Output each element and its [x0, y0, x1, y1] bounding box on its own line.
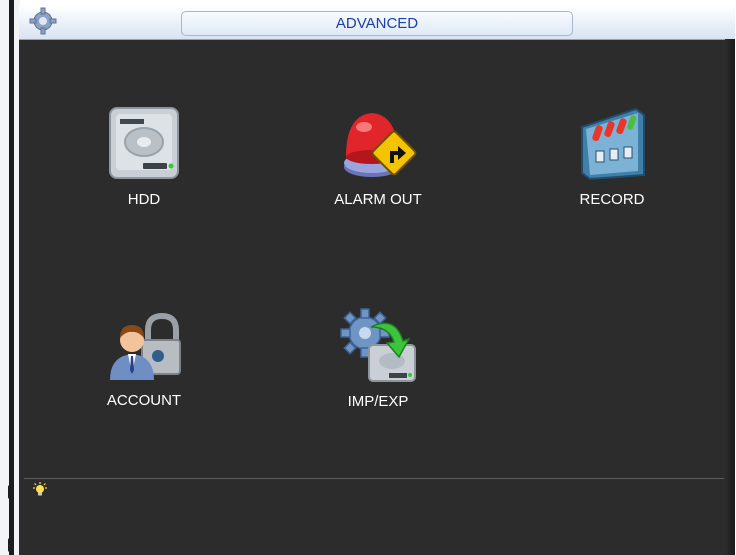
- hdd-label: HDD: [127, 191, 161, 208]
- hdd-tile[interactable]: HDD: [54, 105, 234, 208]
- record-label: RECORD: [579, 191, 645, 208]
- alarm-out-tile[interactable]: ALARM OUT: [288, 105, 468, 208]
- gear-icon: [29, 7, 57, 35]
- account-tile[interactable]: ACCOUNT: [54, 312, 234, 409]
- record-icon: [581, 107, 645, 181]
- imp-exp-tile[interactable]: IMP/EXP: [288, 305, 468, 410]
- title-pill: ADVANCED: [181, 11, 573, 36]
- imp-exp-icon: [340, 308, 416, 382]
- account-label: ACCOUNT: [106, 392, 182, 409]
- account-icon: [110, 312, 181, 380]
- right-edge: [725, 39, 735, 555]
- imp-exp-label: IMP/EXP: [347, 393, 409, 410]
- lightbulb-icon: [33, 482, 47, 496]
- left-scroll-nub[interactable]: [8, 485, 14, 499]
- record-tile[interactable]: RECORD: [522, 105, 702, 208]
- alarm-out-icon: [344, 113, 417, 177]
- left-strip: [0, 0, 20, 555]
- title-bar: ADVANCED: [19, 5, 735, 40]
- window-title: ADVANCED: [335, 15, 419, 32]
- left-border-bar: [9, 0, 14, 555]
- footer-divider: [24, 478, 724, 479]
- left-scroll-nub-bottom[interactable]: [8, 538, 14, 552]
- advanced-window: ADVANCED HDD ALARM OUT RECORD ACCOUNT IM…: [19, 5, 735, 555]
- alarm-out-label: ALARM OUT: [334, 191, 422, 208]
- hdd-icon: [109, 107, 179, 179]
